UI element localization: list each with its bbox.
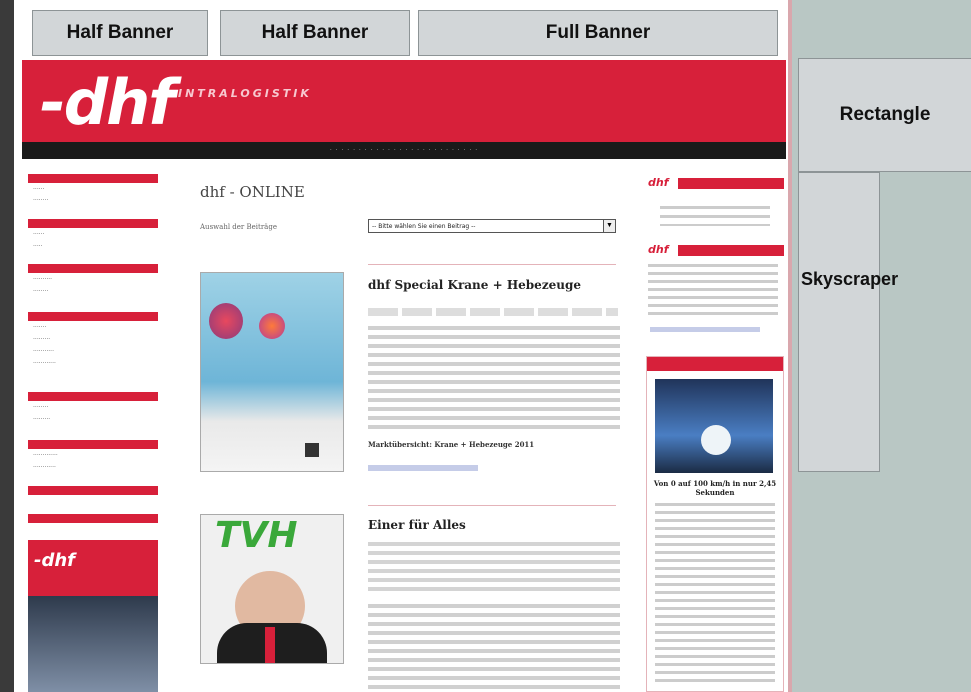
half-banner-2[interactable]: Half Banner (220, 10, 410, 56)
sidebar-item[interactable]: ········· (33, 336, 50, 343)
article-1-link[interactable]: Marktübersicht: Krane + Hebezeuge 2011 (368, 440, 534, 449)
sidebar-item[interactable]: ······· (33, 324, 46, 331)
sidebar-item[interactable]: ········ (33, 404, 48, 411)
sidebar-section-2[interactable] (28, 219, 158, 228)
sidebar-item[interactable]: ·········· (33, 276, 52, 283)
sidebar-item[interactable]: ··········· (33, 348, 54, 355)
sidebar-item[interactable]: ············· (33, 452, 58, 459)
article-1-body-text (368, 326, 620, 430)
promo-car-image[interactable] (655, 379, 773, 473)
article-2-body-text (368, 604, 620, 690)
right-dhf-logo: dhf (648, 176, 669, 189)
newsletter-text (648, 264, 778, 316)
right-box-1-header[interactable]: dhf (648, 176, 784, 190)
article-1-title[interactable]: dhf Special Krane + Hebezeuge (368, 278, 581, 292)
sidebar-section-3[interactable] (28, 264, 158, 273)
half-banner-2-label: Half Banner (261, 22, 369, 43)
top-navigation[interactable]: · · · · · · · · · · · · · · · · · · · · … (22, 142, 786, 159)
rectangle-ad[interactable]: Rectangle (798, 58, 971, 172)
article-2-image-logo: TVH (215, 515, 298, 556)
nav-links-blurred[interactable]: · · · · · · · · · · · · · · · · · · · · … (330, 147, 478, 154)
full-banner[interactable]: Full Banner (418, 10, 778, 56)
balloon-shape (259, 313, 285, 339)
sidebar-section-7[interactable] (28, 486, 158, 495)
full-banner-label: Full Banner (545, 22, 651, 43)
newsletter-link[interactable] (650, 327, 760, 332)
article-select[interactable]: -- Bitte wählen Sie einen Beitrag -- ▼ (368, 219, 616, 233)
qr-code (305, 443, 319, 457)
right-header-bar (678, 178, 784, 189)
sidebar-section-5[interactable] (28, 392, 158, 401)
sidebar-item[interactable]: ········· (33, 416, 50, 423)
sidebar-section-4[interactable] (28, 312, 158, 321)
balloon-shape (209, 303, 243, 339)
driver-helmet (701, 425, 731, 455)
sidebar-item[interactable]: ········ (33, 197, 48, 204)
chevron-down-icon[interactable]: ▼ (603, 220, 615, 232)
site-logo[interactable]: -dhf (40, 66, 175, 139)
person-tie (265, 627, 275, 663)
sidebar-section-1[interactable] (28, 174, 158, 183)
right-box-1-links[interactable] (660, 206, 770, 226)
right-dhf-logo: dhf (648, 243, 669, 256)
half-banner-1[interactable]: Half Banner (32, 10, 208, 56)
page-title: dhf - ONLINE (200, 183, 305, 201)
sidebar-item[interactable]: ············ (33, 360, 56, 367)
sidebar-section-8[interactable] (28, 514, 158, 523)
promo-text (655, 503, 775, 683)
sidebar-ad-logo: -dhf (34, 550, 76, 571)
skyscraper-ad-label: Skyscraper (801, 269, 899, 289)
column-divider (788, 0, 792, 692)
sidebar-item[interactable]: ········ (33, 288, 48, 295)
right-box-2-header[interactable]: dhf (648, 243, 784, 257)
sidebar-item[interactable]: ············ (33, 464, 56, 471)
article-1-more-link[interactable] (368, 465, 478, 471)
sidebar-item[interactable]: ····· (33, 243, 43, 250)
article-select-value: -- Bitte wählen Sie einen Beitrag -- (372, 223, 476, 230)
article-1-byline (368, 308, 618, 316)
rectangle-ad-label: Rectangle (839, 104, 931, 125)
sidebar-section-6[interactable] (28, 440, 158, 449)
skyscraper-ad[interactable]: Skyscraper (798, 172, 898, 472)
right-header-bar (678, 245, 784, 256)
promo-caption: Von 0 auf 100 km/h in nur 2,45 Sekunden (653, 479, 777, 497)
select-label: Auswahl der Beiträge (200, 223, 277, 231)
site-logo-subtitle: INTRALOGISTIK (178, 87, 312, 100)
sidebar-ad-image (28, 596, 158, 692)
promo-header (647, 357, 783, 371)
sidebar-item[interactable]: ······ (33, 186, 44, 193)
sidebar-magazine-ad[interactable]: -dhf (28, 540, 158, 692)
article-divider (368, 264, 616, 265)
article-divider (368, 505, 616, 506)
article-2-image[interactable]: TVH (200, 514, 344, 664)
half-banner-1-label: Half Banner (66, 22, 174, 43)
article-1-cover-image[interactable] (200, 272, 344, 472)
right-promo-box: Von 0 auf 100 km/h in nur 2,45 Sekunden (646, 356, 784, 692)
sidebar-item[interactable]: ······ (33, 231, 44, 238)
article-2-title[interactable]: Einer für Alles (368, 518, 466, 532)
article-2-lead-text (368, 542, 620, 592)
